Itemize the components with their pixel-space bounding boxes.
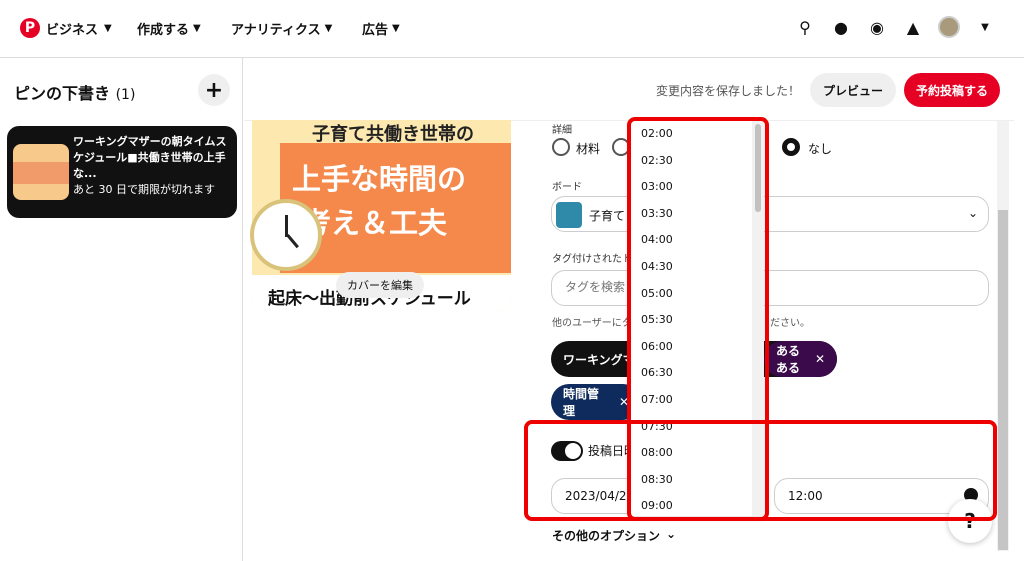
- brand-menu[interactable]: P ビジネス ▼: [20, 18, 112, 38]
- message-icon[interactable]: ◉: [866, 16, 888, 38]
- more-options-toggle[interactable]: その他のオプション ⌄: [552, 527, 676, 544]
- pinterest-logo-icon: P: [20, 18, 40, 38]
- schedule-publish-button[interactable]: 予約投稿する: [904, 73, 1000, 107]
- search-icon[interactable]: ⚲: [794, 16, 816, 38]
- tag-search-input[interactable]: [565, 280, 625, 294]
- chip-label: 時間管理: [563, 387, 600, 418]
- close-icon[interactable]: ✕: [815, 352, 825, 366]
- chevron-down-icon: ⌄: [666, 527, 677, 541]
- chevron-down-icon: ▼: [104, 22, 112, 34]
- draft-title: ワーキングマザーの朝タイムスケジュール■共働き世帯の上手な...: [73, 135, 227, 180]
- nav-analytics[interactable]: アナリティクス ▼: [231, 19, 332, 38]
- top-icons: ⚲ ● ◉ ▲ ▼: [794, 16, 996, 38]
- nav-analytics-label: アナリティクス: [231, 23, 321, 38]
- draft-card[interactable]: ワーキングマザーの朝タイムスケジュール■共働き世帯の上手な... あと 30 日…: [7, 126, 237, 218]
- preview-button[interactable]: プレビュー: [810, 73, 896, 107]
- bell-icon[interactable]: ●: [830, 16, 852, 38]
- add-draft-button[interactable]: +: [198, 74, 230, 106]
- tag-hint-end: ださい。: [770, 318, 810, 329]
- nav-create-label: 作成する: [137, 23, 190, 38]
- board-label: ボード: [552, 182, 582, 193]
- tag-hint: 他のユーザーにタ: [552, 318, 632, 329]
- nav-ads[interactable]: 広告 ▼: [362, 19, 400, 38]
- radio-none-label: なし: [808, 142, 833, 156]
- draft-thumbnail: [13, 144, 69, 200]
- account-chevron-icon[interactable]: ▼: [974, 16, 996, 38]
- nav-ads-label: 広告: [362, 23, 389, 38]
- megaphone-icon[interactable]: ▲: [902, 16, 924, 38]
- details-label: 詳細: [552, 125, 572, 136]
- chevron-down-icon: ▼: [392, 23, 400, 34]
- edit-cover-button[interactable]: カバーを編集: [336, 272, 424, 298]
- more-options-label: その他のオプション: [552, 529, 661, 543]
- chevron-down-icon: ⌄: [968, 206, 979, 220]
- avatar[interactable]: [938, 16, 960, 38]
- board-thumbnail: [556, 202, 582, 228]
- radio-material-label: 材料: [576, 142, 601, 156]
- tag-label: タグ付けされたト: [552, 254, 632, 265]
- draft-expiry: あと 30 日で期限が切れます: [73, 183, 215, 196]
- top-navigation: P ビジネス ▼ 作成する ▼ アナリティクス ▼ 広告 ▼ ⚲ ● ◉ ▲ ▼: [0, 0, 1024, 58]
- highlight-box-schedule: [524, 420, 997, 521]
- chevron-down-icon: ▼: [193, 23, 201, 34]
- pin-text-line2: 上手な時間の: [292, 162, 467, 196]
- chip-label: ワーキングマ: [563, 352, 635, 367]
- tag-chip-aruaru[interactable]: あるある ✕: [764, 341, 837, 377]
- board-value: 子育て: [589, 209, 626, 223]
- brand-label: ビジネス: [46, 22, 99, 38]
- radio-none[interactable]: [782, 138, 800, 156]
- page-scrollbar-thumb[interactable]: [998, 210, 1008, 550]
- radio-material[interactable]: [552, 138, 570, 156]
- drafts-panel: ピンの下書き (1) + ワーキングマザーの朝タイムスケジュール■共働き世帯の上…: [0, 58, 243, 561]
- nav-create[interactable]: 作成する ▼: [137, 19, 201, 38]
- clock-illustration-icon: [250, 199, 322, 271]
- chevron-down-icon: ▼: [324, 23, 333, 34]
- drafts-title: ピンの下書き (1): [14, 80, 135, 104]
- drafts-count: (1): [115, 87, 136, 103]
- save-status: 変更内容を保存しました！: [656, 84, 801, 98]
- drafts-title-text: ピンの下書き: [14, 84, 111, 103]
- chip-label: あるある: [776, 344, 801, 375]
- pin-text-line3: 考え＆工夫: [302, 206, 448, 240]
- plus-icon: +: [204, 77, 224, 103]
